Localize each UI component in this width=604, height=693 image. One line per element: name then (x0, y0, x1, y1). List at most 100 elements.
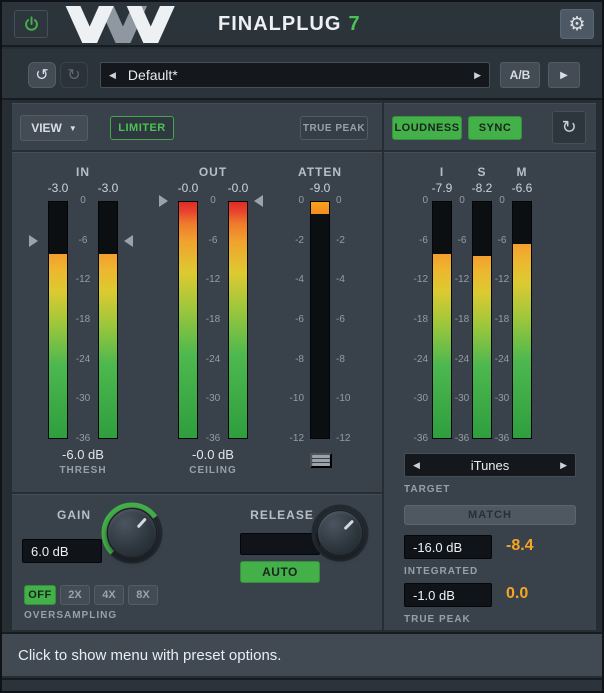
hamburger-icon (312, 459, 330, 462)
plugin-title: FINALPLUG7 (218, 13, 361, 36)
in-meter-left-fill (49, 254, 67, 438)
power-button[interactable] (14, 10, 48, 38)
ceiling-value[interactable]: -0.0 dB (158, 447, 268, 462)
hamburger-icon (312, 455, 330, 458)
out-section-label: OUT (168, 165, 258, 179)
ceiling-handle-right[interactable] (254, 195, 263, 207)
limiter-toggle[interactable]: LIMITER (110, 116, 174, 140)
preset-next-icon[interactable]: ▶ (474, 71, 481, 80)
atten-scale-left: 0-2-4-6-8-10-12 (278, 201, 304, 439)
out-meter-right-fill (229, 202, 247, 438)
loudness-panel: I S M -7.9 -8.2 -6.6 0-6-12-18-24-30-36 … (384, 152, 596, 630)
true-peak-label: TRUE PEAK (404, 614, 471, 625)
settings-button[interactable]: ⚙ (560, 9, 594, 39)
match-button[interactable]: MATCH (404, 505, 576, 525)
gain-knob[interactable] (100, 501, 164, 565)
thresh-handle-left[interactable] (29, 235, 38, 247)
in-peak-right: -3.0 (88, 181, 128, 195)
ab-label: A/B (510, 68, 531, 82)
integrated-target-field[interactable]: -16.0 dB (404, 535, 492, 559)
integrated-label: INTEGRATED (404, 566, 478, 577)
release-knob[interactable] (310, 503, 370, 563)
loudness-scale-left: 0-6-12-18-24-30-36 (398, 201, 428, 439)
loudness-i-meter (432, 201, 452, 439)
redo-button[interactable]: ↻ (60, 62, 88, 88)
oversampling-4x-button[interactable]: 4X (94, 585, 124, 605)
plugin-name: FINALPLUG (218, 13, 341, 35)
preset-play-button[interactable]: ▶ (548, 62, 580, 88)
loudness-m-peak: -6.6 (500, 181, 544, 195)
match-label: MATCH (468, 509, 512, 521)
out-peak-left: -0.0 (168, 181, 208, 195)
oversampling-8x-button[interactable]: 8X (128, 585, 158, 605)
in-meter-right-fill (99, 254, 117, 438)
wave-arts-logo (60, 6, 210, 48)
loudness-reset-button[interactable]: ↻ (552, 111, 586, 144)
out-meter-scale: 0-6-12-18-24-30-36 (198, 201, 228, 439)
gain-knob-cap[interactable] (107, 508, 157, 558)
oversampling-label: OVERSAMPLING (24, 610, 117, 621)
atten-meter (310, 201, 330, 439)
in-meter-left (48, 201, 68, 439)
loudness-scale-mid1: 0-6-12-18-24-30-36 (452, 201, 472, 439)
status-message: Click to show menu with preset options. (18, 634, 281, 676)
preset-selector[interactable]: ◀ Default* ▶ (100, 62, 490, 88)
true-peak-target-field[interactable]: -1.0 dB (404, 583, 492, 607)
in-meter-scale: 0-6-12-18-24-30-36 (68, 201, 98, 439)
target-next-icon[interactable]: ▶ (560, 461, 567, 470)
loudness-m-label: M (512, 165, 532, 179)
undo-icon: ↺ (35, 65, 48, 85)
atten-section-label: ATTEN (282, 165, 358, 179)
toolbar-right: LOUDNESS SYNC ↻ (384, 103, 596, 150)
release-value-field[interactable] (240, 533, 320, 555)
oversampling-4x-label: 4X (102, 589, 115, 601)
loudness-s-meter (472, 201, 492, 439)
sync-label: SYNC (479, 122, 512, 134)
true-peak-toggle[interactable]: TRUE PEAK (300, 116, 368, 140)
target-label: TARGET (404, 484, 450, 495)
dynamics-panel: GAIN 6.0 dB RELEASE AUTO OFF (12, 494, 382, 630)
auto-release-toggle[interactable]: AUTO (240, 561, 320, 583)
loudness-toggle[interactable]: LOUDNESS (392, 116, 462, 140)
view-menu-button[interactable]: VIEW ▼ (20, 115, 88, 141)
oversampling-off-label: OFF (28, 589, 52, 601)
release-knob-cap[interactable] (317, 510, 363, 556)
gain-value-field[interactable]: 6.0 dB (22, 539, 102, 563)
target-prev-icon[interactable]: ◀ (413, 461, 420, 470)
oversampling-off-button[interactable]: OFF (24, 585, 56, 605)
loudness-scale-mid2: 0-6-12-18-24-30-36 (492, 201, 512, 439)
oversampling-2x-button[interactable]: 2X (60, 585, 90, 605)
refresh-icon: ↻ (561, 117, 576, 138)
thresh-value[interactable]: -6.0 dB (28, 447, 138, 462)
target-value[interactable]: iTunes (471, 458, 510, 473)
integrated-readout: -8.4 (506, 537, 534, 555)
out-peak-right: -0.0 (218, 181, 258, 195)
atten-peak: -9.0 (282, 181, 358, 195)
atten-menu-button[interactable] (310, 453, 332, 468)
out-meter-left-fill (179, 202, 197, 438)
in-peak-left: -3.0 (38, 181, 78, 195)
preset-bar: ↺ ↻ ◀ Default* ▶ A/B ▶ (2, 49, 602, 100)
in-meter-right (98, 201, 118, 439)
target-dropdown[interactable]: ◀ iTunes ▶ (404, 453, 576, 477)
ceiling-handle-left[interactable] (159, 195, 168, 207)
limiter-label: LIMITER (118, 122, 166, 134)
chevron-down-icon: ▼ (69, 124, 77, 133)
gear-icon: ⚙ (568, 13, 585, 36)
hamburger-icon (312, 463, 330, 466)
footer-strip (2, 678, 602, 691)
auto-label: AUTO (262, 565, 298, 579)
preset-name[interactable]: Default* (116, 67, 474, 83)
preset-prev-icon[interactable]: ◀ (109, 71, 116, 80)
meters-panel: IN -3.0 -3.0 0-6-12-18-24-30-36 -6.0 dB … (12, 152, 382, 492)
thresh-label: THRESH (28, 465, 138, 476)
ab-compare-button[interactable]: A/B (500, 62, 540, 88)
view-label: VIEW (31, 121, 62, 135)
loudness-m-fill (513, 244, 531, 438)
power-icon (23, 16, 40, 33)
gain-label: GAIN (48, 508, 100, 522)
undo-button[interactable]: ↺ (28, 62, 56, 88)
thresh-handle-right[interactable] (124, 235, 133, 247)
sync-toggle[interactable]: SYNC (468, 116, 522, 140)
out-meter-left (178, 201, 198, 439)
